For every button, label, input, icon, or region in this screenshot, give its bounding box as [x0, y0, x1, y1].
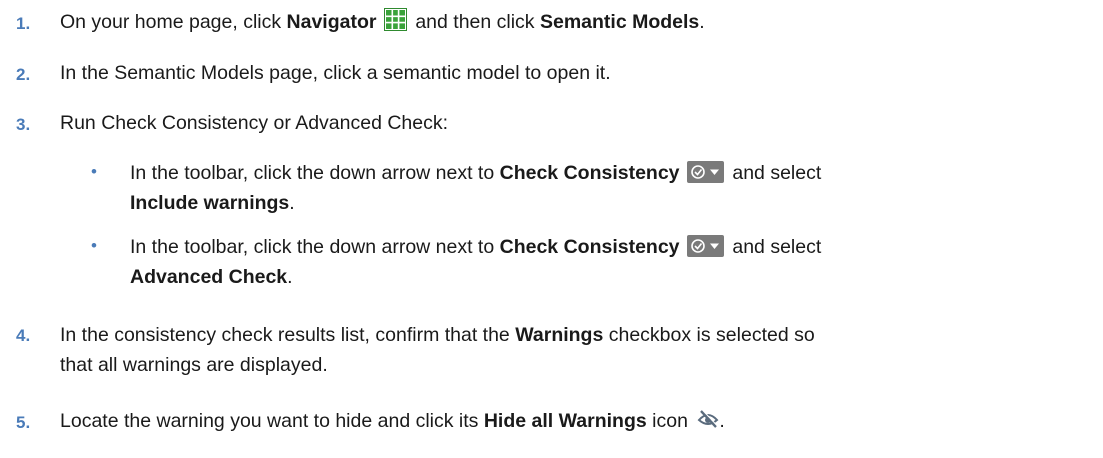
- hide-all-warnings-label: Hide all Warnings: [483, 410, 647, 432]
- step-text: In the consistency check results list, c…: [60, 320, 1091, 380]
- bullet-text-segment: .: [289, 192, 295, 214]
- include-warnings-label: Include warnings: [130, 192, 290, 214]
- navigator-label: Navigator: [286, 11, 377, 33]
- bullet-text-segment: In the toolbar, click the down arrow nex…: [130, 162, 500, 184]
- step-text: On your home page, click Navigator and t…: [60, 8, 1091, 36]
- step-text-segment: icon: [646, 410, 688, 432]
- bullet-text-segment: .: [287, 266, 293, 288]
- step-text-segment: In the consistency check results list, c…: [60, 324, 516, 346]
- procedure-document: 1. On your home page, click Navigator an…: [0, 0, 1103, 458]
- bullet-marker: •: [91, 162, 97, 181]
- step-text-segment: .: [699, 11, 705, 33]
- step-text-segment: checkbox is selected so: [603, 324, 815, 346]
- hide-warnings-icon: [697, 409, 719, 428]
- check-consistency-label: Check Consistency: [499, 236, 680, 258]
- bullet-text: In the toolbar, click the down arrow nex…: [130, 232, 1083, 292]
- check-consistency-label: Check Consistency: [499, 162, 680, 184]
- warnings-label: Warnings: [515, 324, 604, 346]
- step-number: 3.: [16, 115, 31, 134]
- bullet-marker: •: [91, 236, 97, 255]
- step-number: 4.: [16, 326, 31, 345]
- bullet-text-segment: and select: [726, 162, 822, 184]
- step-text-segment: Locate the warning you want to hide and …: [60, 410, 484, 432]
- step-text: Run Check Consistency or Advanced Check:: [60, 112, 449, 134]
- step-number: 2.: [16, 65, 31, 84]
- step-text: In the Semantic Models page, click a sem…: [60, 62, 611, 84]
- semantic-models-label: Semantic Models: [539, 11, 700, 33]
- bullet-text: In the toolbar, click the down arrow nex…: [130, 158, 1083, 218]
- step-text-segment: .: [719, 410, 725, 432]
- step-text-segment: and then click: [409, 11, 540, 33]
- step-text-segment: On your home page, click: [60, 11, 287, 33]
- advanced-check-label: Advanced Check: [130, 266, 288, 288]
- bullet-text-segment: In the toolbar, click the down arrow nex…: [130, 236, 500, 258]
- step-number: 1.: [16, 14, 31, 33]
- check-consistency-dropdown-icon: [686, 235, 724, 257]
- step-number: 5.: [16, 413, 31, 432]
- step-text-segment: that all warnings are displayed.: [60, 354, 328, 376]
- check-consistency-dropdown-icon: [686, 161, 724, 183]
- step-text: Locate the warning you want to hide and …: [60, 407, 1091, 435]
- navigator-grid-icon: [383, 8, 407, 31]
- bullet-text-segment: and select: [726, 236, 822, 258]
